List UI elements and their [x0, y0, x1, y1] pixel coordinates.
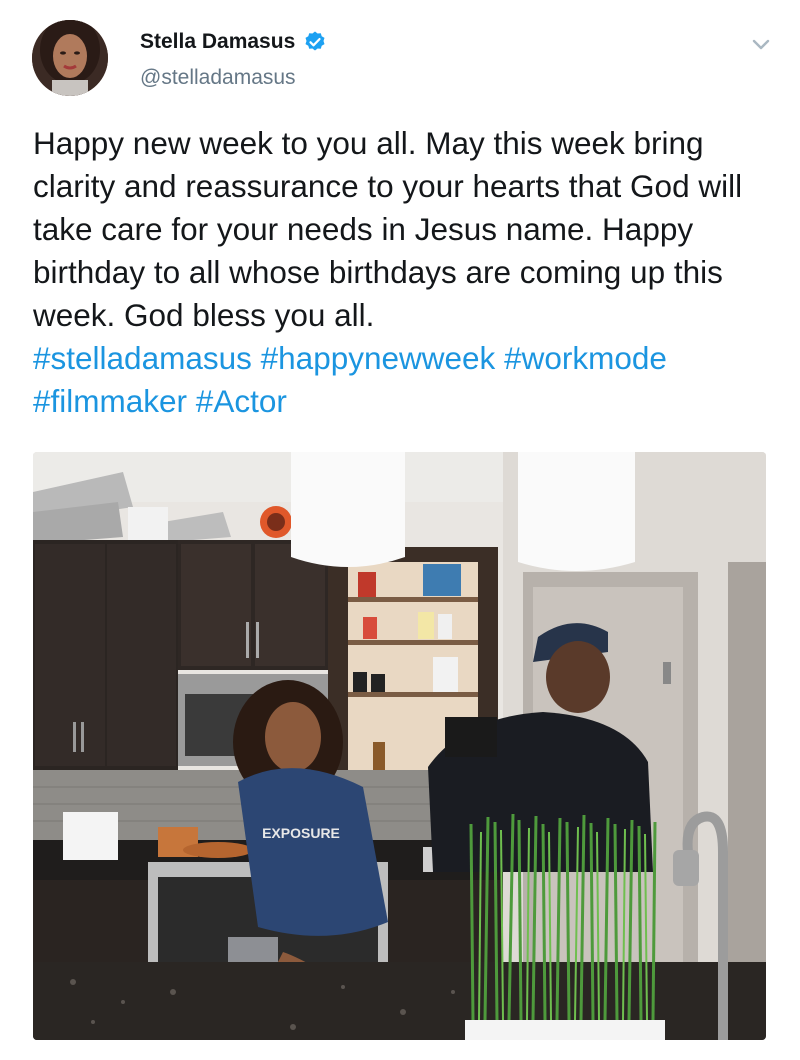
- author-avatar[interactable]: [32, 20, 108, 96]
- hashtag-list: #stelladamasus #happynewweek #workmode #…: [33, 340, 667, 419]
- author-name-row[interactable]: Stella Damasus: [140, 30, 327, 54]
- hashtag-link[interactable]: #stelladamasus: [33, 340, 252, 376]
- verified-badge-icon: [305, 31, 325, 51]
- chevron-down-icon[interactable]: [750, 36, 772, 54]
- kitchen-scene-image: EXPOSURE: [33, 452, 766, 1040]
- tweet-text: Happy new week to you all. May this week…: [33, 122, 778, 423]
- hashtag-link[interactable]: #happynewweek: [261, 340, 496, 376]
- tweet-body: Happy new week to you all. May this week…: [33, 125, 751, 333]
- author-display-name[interactable]: Stella Damasus: [140, 30, 295, 54]
- sweatshirt-text: EXPOSURE: [262, 825, 340, 841]
- hashtag-link[interactable]: #Actor: [196, 383, 287, 419]
- avatar-image: [32, 20, 108, 96]
- hashtag-link[interactable]: #workmode: [504, 340, 667, 376]
- tweet-photo[interactable]: EXPOSURE: [33, 452, 766, 1040]
- author-handle[interactable]: @stelladamasus: [140, 66, 296, 90]
- tweet-card: Stella Damasus @stelladamasus Happy new …: [0, 0, 800, 1060]
- hashtag-link[interactable]: #filmmaker: [33, 383, 187, 419]
